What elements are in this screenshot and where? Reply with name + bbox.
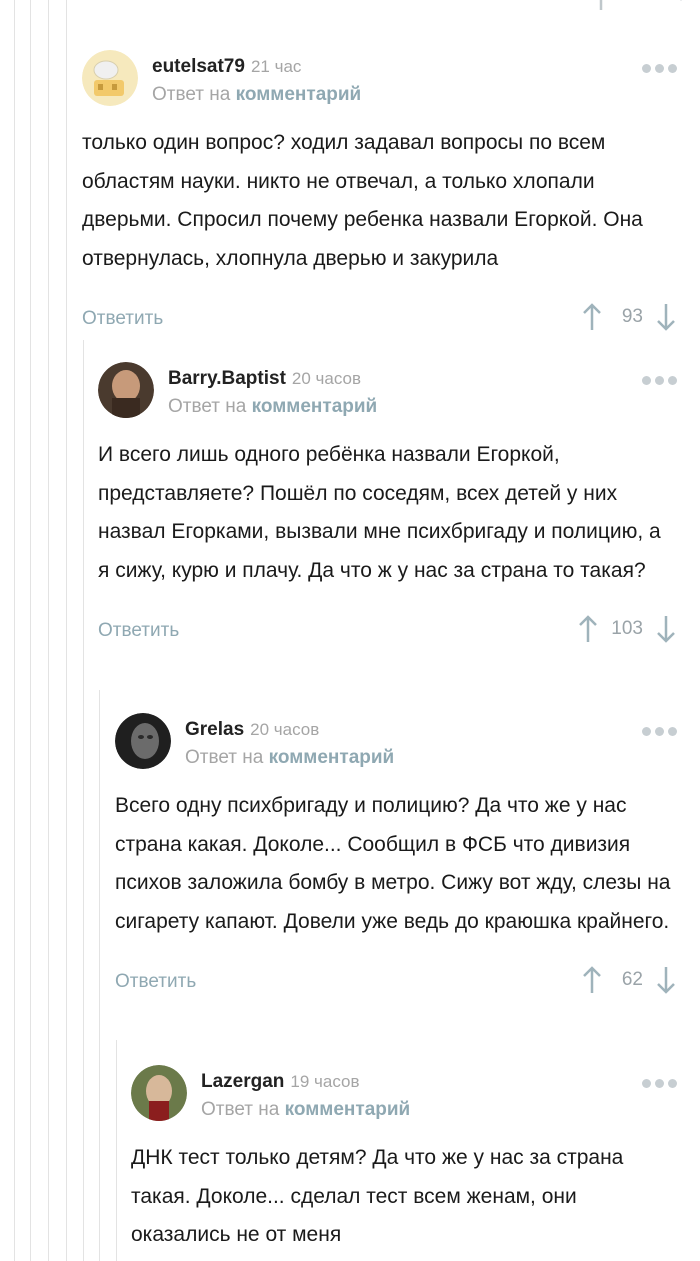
reply-to: Ответ на комментарий: [185, 747, 395, 768]
comment: eutelsat79 21 час Ответ на комментарий то…: [82, 50, 677, 342]
rating-count: 62: [621, 969, 643, 990]
thread-line: [83, 340, 84, 1261]
comment-time: 19 часов: [290, 1072, 360, 1091]
username[interactable]: eutelsat79: [152, 56, 245, 77]
downvote-icon[interactable]: [670, 0, 692, 2]
downvote-icon[interactable]: [655, 302, 677, 332]
thread-line: [48, 0, 49, 1261]
reply-to: Ответ на комментарий: [152, 84, 362, 105]
thread-line: [116, 1040, 117, 1261]
comment-time: 20 часов: [250, 720, 320, 739]
user-avatar-icon: [98, 362, 154, 418]
comment-time: 20 часов: [291, 369, 362, 388]
comment-text: И всего лишь одного ребёнка назвали Егор…: [98, 443, 661, 582]
rating-count: 103: [611, 618, 643, 639]
avatar[interactable]: [98, 362, 154, 418]
upvote-icon[interactable]: [577, 614, 599, 644]
comment: Barry.Baptist 20 часов Ответ на комментар…: [98, 362, 677, 654]
avatar[interactable]: [115, 713, 171, 769]
reply-button[interactable]: Ответить: [98, 620, 179, 642]
upvote-icon[interactable]: [581, 965, 603, 995]
reply-link[interactable]: комментарий: [252, 396, 378, 417]
more-options-icon[interactable]: [642, 64, 677, 73]
more-options-icon[interactable]: [642, 1079, 677, 1088]
reply-button[interactable]: Ответить: [115, 971, 196, 993]
avatar[interactable]: [131, 1065, 187, 1121]
vote-block: 93: [581, 302, 677, 332]
comment-time: 21 час: [250, 57, 302, 76]
upvote-icon[interactable]: [581, 302, 603, 332]
username[interactable]: Barry.Baptist: [168, 368, 286, 389]
thread-line: [99, 690, 100, 1261]
comment: Grelas 20 часов Ответ на комментарий Всег…: [115, 713, 677, 1005]
downvote-icon[interactable]: [655, 965, 677, 995]
rating-count: 93: [621, 306, 643, 327]
comment: Lazergan 19 часов Ответ на комментарий ДН…: [131, 1065, 677, 1255]
vote-block: 103: [577, 614, 677, 644]
thread-line: [14, 0, 15, 1261]
username[interactable]: Lazergan: [201, 1071, 284, 1092]
top-partial-actions: [580, 0, 700, 10]
more-options-icon[interactable]: [642, 727, 677, 736]
comment-text: ДНК тест только детям? Да что же у нас з…: [131, 1146, 624, 1246]
comment-text: Всего одну психбригаду и полицию? Да что…: [115, 794, 671, 933]
reply-link[interactable]: комментарий: [285, 1099, 411, 1120]
thread-line: [66, 0, 67, 1261]
downvote-icon[interactable]: [655, 614, 677, 644]
username[interactable]: Grelas: [185, 719, 244, 740]
user-avatar-icon: [82, 50, 138, 106]
reply-to: Ответ на комментарий: [201, 1099, 411, 1120]
upvote-icon[interactable]: [590, 0, 612, 12]
reply-link[interactable]: комментарий: [236, 84, 362, 105]
comment-text: только один вопрос? ходил задавал вопрос…: [82, 131, 643, 270]
reply-link[interactable]: комментарий: [269, 747, 395, 768]
avatar[interactable]: [82, 50, 138, 106]
reply-to: Ответ на комментарий: [168, 396, 378, 417]
vote-block: 62: [581, 965, 677, 995]
more-options-icon[interactable]: [642, 376, 677, 385]
user-avatar-icon: [115, 713, 171, 769]
user-avatar-icon: [131, 1065, 187, 1121]
reply-button[interactable]: Ответить: [82, 308, 163, 330]
thread-line: [30, 0, 31, 1261]
